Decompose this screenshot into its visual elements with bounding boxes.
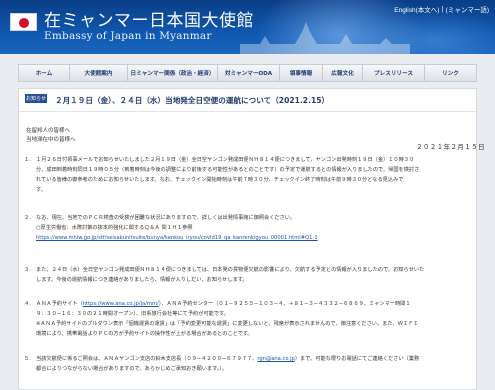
nav-item-oda[interactable]: 対ミャンマーODA (218, 65, 280, 81)
notice-paragraph-1: １. １月２６日付領事メールでお知らせいたしました２月１９日（金）全日空ヤンゴン… (24, 155, 441, 195)
paragraph-line: 分、成田到着時刻同日１９時０５分（到着時刻は今後の調整により前後する可能性がある… (36, 167, 420, 173)
paragraph-line: 環境により、携帯電話よりＰＣの方が予約サイトの操作性が上がる場合があるとのことで… (36, 331, 253, 337)
ana-booking-link[interactable]: https://www.ana.co.jp/ja/mm/ (83, 301, 159, 307)
nav-item-consular[interactable]: 領事情報 (280, 65, 323, 81)
paragraph-line: なお、現在、当地でのＰＣＲ検査の受検が困難な状況にありますので、詳しくは出発情事… (36, 215, 296, 221)
paragraph-line: ９：３０−１６：３０の２１時間オープン）、旧系旅行会社等にて予約が可能です。 (36, 311, 229, 317)
lang-separator: | (441, 5, 444, 13)
greeting-line: 当地滞在中の皆様へ (26, 137, 76, 143)
paragraph-number: ４. (24, 301, 31, 307)
paragraph-line: す。 (36, 187, 46, 193)
paragraph-line: 都合によりつながらない場合がありますので、あらかじめご承知おき願います。）。 (36, 366, 228, 372)
greeting-line: 在留邦人の皆様へ (26, 128, 71, 134)
nav-item-relations[interactable]: 日ミャンマー関係（政治・経済） (128, 65, 218, 81)
header-banner: 在ミャンマー日本国大使館 Embassy of Japan in Myanmar… (0, 0, 495, 54)
paragraph-line: また、２４日（水）全日空ヤンゴン発成田便ＮＨ８１４便につきましては、日本発の貨物… (36, 267, 425, 273)
paragraph-line: れている皆様の御参考のためにお知らせいたします。なお、チェックイン開始時刻は午前… (36, 177, 404, 183)
paragraph-line: ＡＮＡ予約サイト（https://www.ana.co.jp/ja/mm/）、Ａ… (36, 299, 441, 309)
paragraph-number: ２. (24, 215, 31, 221)
notice-paragraph-5: ５. 当該欠航便に係るご照会は、ＡＮＡヤンゴン支店の鈴木支店長（０９−４２００−… (24, 354, 441, 374)
paragraph-number: ５. (24, 356, 31, 362)
paragraph-line: ○厚生労働省：水際対策の抜本的強化に関するＱ＆Ａ 問１Ｈ１参照 (36, 225, 193, 231)
notice-paragraph-2: ２. なお、現在、当地でのＰＣＲ検査の受検が困難な状況にありますので、詳しくは出… (24, 213, 441, 243)
nav-item-embassy[interactable]: 大使館案内 (70, 65, 128, 81)
nav-item-culture[interactable]: 広報文化 (323, 65, 363, 81)
page-title: ２月１９日（金）、２４日（水）当地発全日空便の運航について（2021.2.15） (55, 96, 330, 105)
paragraph-number: １. (24, 157, 31, 163)
nav-item-press[interactable]: プレスリリース (363, 65, 425, 81)
japan-flag-icon (10, 13, 37, 31)
pagoda-skyline-graphic (240, 22, 410, 54)
language-links: English(本文へ) | (ミャンマー語) (394, 4, 489, 14)
paragraph-text: ）まで、可能な限りお電話にてご連絡ください（業務 (294, 356, 420, 362)
mhlw-qa-link[interactable]: https://www.mhlw.go.jp/stf/seisakunitsui… (36, 233, 441, 243)
paragraph-line: １月２６日付領事メールでお知らせいたしました２月１９日（金）全日空ヤンゴン発成田… (36, 157, 415, 163)
nav-item-home[interactable]: ホーム (19, 65, 70, 81)
notice-paragraph-3: ３. また、２４日（水）全日空ヤンゴン発成田便ＮＨ８１４便につきましては、日本発… (24, 265, 441, 285)
notice-date: ２０２１年２月１５日 (416, 143, 485, 151)
site-title-en[interactable]: Embassy of Japan in Myanmar (44, 30, 212, 42)
site-title-ja[interactable]: 在ミャンマー日本国大使館 (44, 6, 254, 31)
paragraph-text: ）、ＡＮＡ予約センター（０１−９２５５−１０３−４、＋８１−３−４３３２−６８６… (158, 301, 411, 307)
paragraph-text: ＡＮＡ予約サイト（ (36, 301, 83, 307)
paragraph-text: 当該欠航便に係るご照会は、ＡＮＡヤンゴン支店の鈴木支店長（０９−４２００−６７９… (36, 356, 258, 362)
main-nav: ホーム 大使館案内 日ミャンマー関係（政治・経済） 対ミャンマーODA 領事情報… (18, 64, 477, 82)
notice-header: お知らせ ２月１９日（金）、２４日（水）当地発全日空便の運航について（2021.… (19, 89, 476, 112)
nav-item-links[interactable]: リンク (425, 65, 476, 81)
paragraph-line: 当該欠航便に係るご照会は、ＡＮＡヤンゴン支店の鈴木支店長（０９−４２００−６７９… (36, 354, 441, 364)
notice-paragraph-4: ４. ＡＮＡ予約サイト（https://www.ana.co.jp/ja/mm/… (24, 299, 441, 339)
english-link[interactable]: English(本文へ) (394, 4, 439, 14)
paragraph-line: ※ＡＮＡ予約サイトのプルダウン表示「個機運賃の運賃」は「予約変更可能な運賃」に変… (36, 321, 419, 327)
myanmar-link[interactable]: (ミャンマー語) (446, 4, 489, 14)
paragraph-number: ３. (24, 267, 31, 273)
paragraph-line: します。今後の運航情報につき連絡がありましたら、情報が入りしだい、お知らせします… (36, 277, 248, 283)
notice-badge: お知らせ (25, 94, 47, 103)
ana-email-link[interactable]: rgn@ana.co.jp (257, 356, 294, 362)
